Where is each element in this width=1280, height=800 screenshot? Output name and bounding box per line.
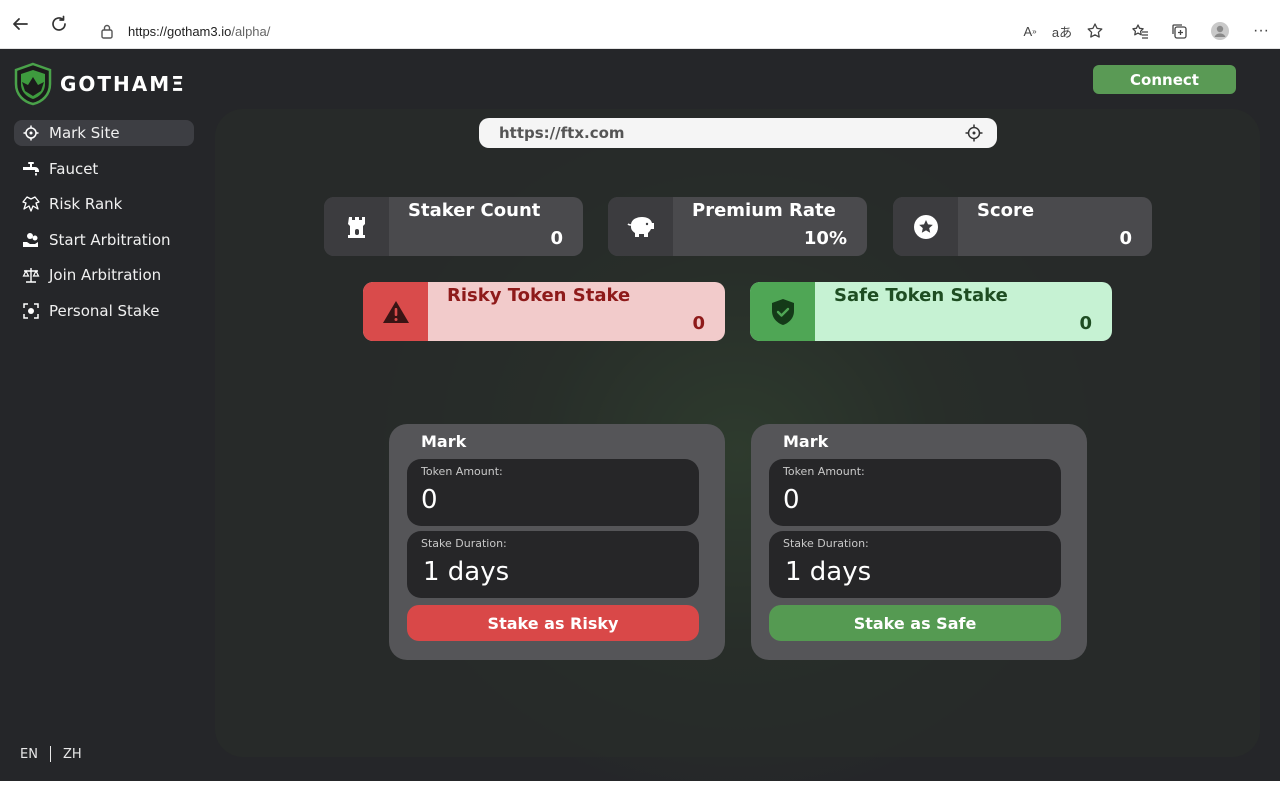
stake-value: 0 (692, 313, 705, 334)
stat-card-premium-rate: Premium Rate 10% (608, 197, 867, 256)
connect-button[interactable]: Connect (1093, 65, 1236, 94)
stake-title: Safe Token Stake (834, 285, 1008, 306)
more-menu-icon[interactable]: ··· (1250, 20, 1272, 42)
sidebar-item-faucet[interactable]: Faucet (14, 156, 194, 182)
shield-check-icon (750, 282, 815, 341)
sidebar-item-label: Faucet (49, 159, 99, 178)
mark-risky-form: Mark Token Amount: 0 Stake Duration: 1 d… (389, 424, 725, 660)
field-label: Stake Duration: (783, 537, 869, 550)
piggy-bank-icon (608, 197, 673, 256)
form-title: Mark (421, 432, 467, 451)
favorite-add-icon[interactable] (1084, 20, 1106, 42)
gotham-shield-icon (14, 62, 52, 106)
sidebar-item-label: Risk Rank (49, 195, 123, 213)
field-label: Token Amount: (421, 465, 503, 478)
sidebar-item-personal-stake[interactable]: Personal Stake (14, 298, 194, 324)
scales-icon (22, 266, 40, 284)
token-amount-field[interactable]: Token Amount: 0 (407, 459, 699, 526)
logo-text: GOTHAMΞ (60, 72, 186, 96)
sidebar-item-label: Personal Stake (49, 301, 160, 320)
sidebar-item-risk-rank[interactable]: Risk Rank (14, 191, 194, 217)
sidebar-item-label: Start Arbitration (49, 230, 171, 249)
stat-card-staker-count: Staker Count 0 (324, 197, 583, 256)
stake-duration-field[interactable]: Stake Duration: 1 days (407, 531, 699, 598)
sidebar-item-start-arbitration[interactable]: Start Arbitration (14, 227, 194, 253)
field-value: 1 days (785, 557, 872, 587)
url-host: https://gotham3.io (128, 24, 232, 39)
lang-zh[interactable]: ZH (63, 747, 82, 762)
stat-title: Staker Count (408, 200, 541, 221)
faucet-icon (22, 160, 40, 178)
hand-coins-icon (22, 231, 40, 249)
dragon-icon (22, 195, 40, 213)
warning-icon (363, 282, 428, 341)
collections-icon[interactable] (1168, 20, 1190, 42)
address-bar[interactable]: https://gotham3.io/alpha/ (86, 17, 1006, 46)
field-value: 0 (783, 485, 800, 515)
crosshair-icon (22, 124, 40, 142)
mark-safe-form: Mark Token Amount: 0 Stake Duration: 1 d… (751, 424, 1087, 660)
focus-user-icon (22, 302, 40, 320)
reload-icon[interactable] (47, 12, 71, 36)
stake-title: Risky Token Stake (447, 285, 631, 306)
lang-separator (49, 746, 51, 762)
stat-value: 10% (803, 228, 847, 249)
site-url-value: https://ftx.com (499, 124, 625, 142)
tower-icon (324, 197, 389, 256)
form-title: Mark (783, 432, 829, 451)
field-label: Stake Duration: (421, 537, 507, 550)
browser-toolbar: https://gotham3.io/alpha/ A» aあ ··· (0, 0, 1280, 49)
star-circle-icon (893, 197, 958, 256)
sidebar: Mark Site Faucet Risk Rank Start Arbitra… (14, 120, 194, 333)
url-path: /alpha/ (231, 24, 271, 39)
stat-value: 0 (550, 228, 563, 249)
stake-value: 0 (1079, 313, 1092, 334)
risky-token-stake-card: Risky Token Stake 0 (363, 282, 725, 341)
sidebar-item-join-arbitration[interactable]: Join Arbitration (14, 262, 194, 288)
stake-duration-field[interactable]: Stake Duration: 1 days (769, 531, 1061, 598)
lang-en[interactable]: EN (20, 747, 38, 762)
logo[interactable]: GOTHAMΞ (12, 62, 186, 106)
favorites-icon[interactable] (1129, 20, 1151, 42)
safe-token-stake-card: Safe Token Stake 0 (750, 282, 1112, 341)
site-url-input[interactable]: https://ftx.com (479, 118, 997, 148)
crosshair-icon[interactable] (965, 124, 983, 142)
back-icon[interactable] (8, 12, 32, 36)
profile-avatar-icon[interactable] (1209, 20, 1231, 42)
sidebar-item-mark-site[interactable]: Mark Site (14, 120, 194, 146)
field-value: 0 (421, 485, 438, 515)
sidebar-item-label: Mark Site (49, 124, 120, 142)
field-label: Token Amount: (783, 465, 865, 478)
stat-value: 0 (1119, 228, 1132, 249)
stake-as-risky-button[interactable]: Stake as Risky (407, 605, 699, 641)
token-amount-field[interactable]: Token Amount: 0 (769, 459, 1061, 526)
stat-card-score: Score 0 (893, 197, 1152, 256)
sidebar-item-label: Join Arbitration (49, 266, 162, 284)
read-aloud-icon[interactable]: A» (1019, 20, 1041, 42)
stat-title: Score (977, 200, 1035, 221)
field-value: 1 days (423, 557, 510, 587)
language-switcher: EN ZH (20, 746, 82, 762)
url-text: https://gotham3.io/alpha/ (128, 24, 270, 39)
stat-title: Premium Rate (692, 200, 836, 221)
app-container: GOTHAMΞ Mark Site Faucet Risk Rank Start… (0, 49, 1280, 781)
window-bottom-strip (0, 781, 1280, 800)
lock-icon (101, 24, 113, 39)
stake-as-safe-button[interactable]: Stake as Safe (769, 605, 1061, 641)
translate-icon[interactable]: aあ (1051, 20, 1073, 42)
